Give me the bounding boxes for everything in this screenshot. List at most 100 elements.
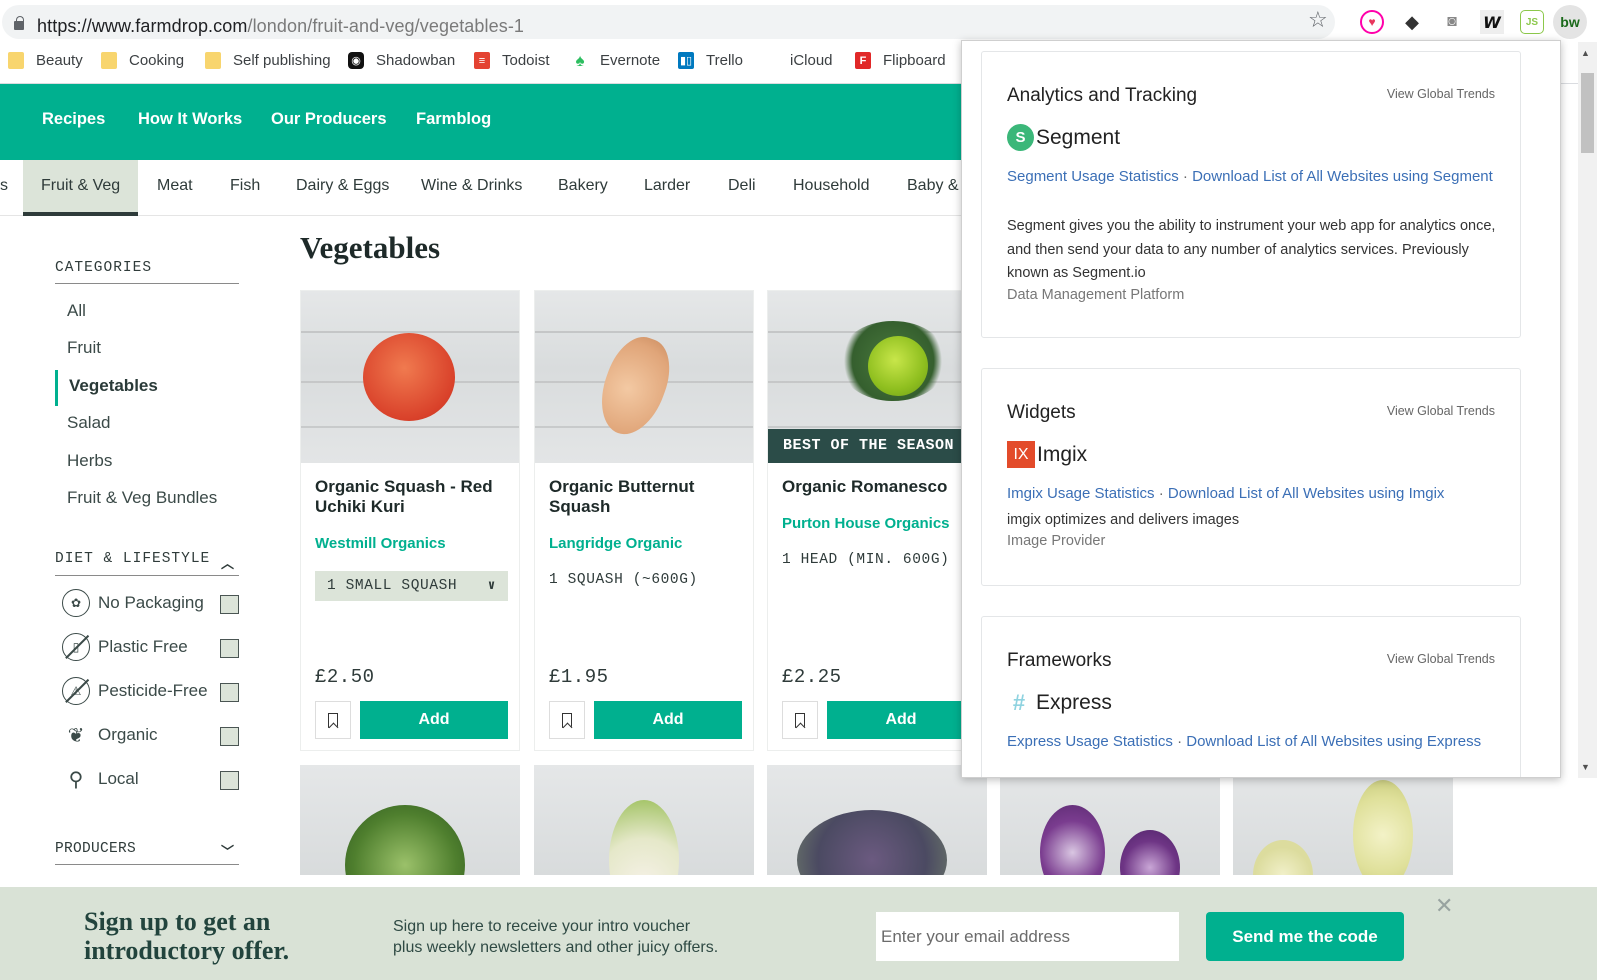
scroll-up-arrow-icon[interactable]: ▲ — [1581, 48, 1590, 58]
bookmark-evernote[interactable]: ♠ Evernote — [572, 51, 660, 70]
producer-link[interactable]: Langridge Organic — [549, 535, 682, 552]
checkbox-pesticide-free[interactable] — [220, 683, 239, 702]
w-icon[interactable]: W — [1480, 10, 1504, 34]
filter-local[interactable]: ⚲ Local — [62, 764, 139, 794]
checkbox-local[interactable] — [220, 771, 239, 790]
product-name[interactable]: Organic Squash - Red Uchiki Kuri — [315, 477, 510, 517]
nav-farmblog[interactable]: Farmblog — [416, 110, 491, 129]
tab-bakery[interactable]: Bakery — [558, 160, 608, 216]
usage-statistics-link[interactable]: Imgix Usage Statistics — [1007, 485, 1155, 502]
tech-links: Express Usage Statistics · Download List… — [1007, 733, 1482, 750]
bookmark-shadowban[interactable]: ◉ Shadowban — [348, 52, 455, 69]
category-bundles[interactable]: Fruit & Veg Bundles — [67, 488, 217, 508]
category-salad[interactable]: Salad — [67, 413, 110, 433]
checkbox-plastic-free[interactable] — [220, 639, 239, 658]
nodejs-icon[interactable]: JS — [1520, 10, 1544, 34]
builtwith-icon[interactable]: bw — [1553, 5, 1587, 39]
save-bookmark-button[interactable] — [549, 701, 585, 739]
filter-plastic-free[interactable]: ▯ Plastic Free — [62, 632, 188, 662]
address-bar[interactable]: https://www.farmdrop.com/london/fruit-an… — [2, 5, 1335, 39]
usage-statistics-link[interactable]: Segment Usage Statistics — [1007, 168, 1179, 185]
save-bookmark-button[interactable] — [315, 701, 351, 739]
add-to-basket-button[interactable]: Add — [360, 701, 508, 739]
diet-heading[interactable]: DIET & LIFESTYLE — [55, 551, 210, 567]
checkbox-no-packaging[interactable] — [220, 595, 239, 614]
nav-our-producers[interactable]: Our Producers — [271, 110, 387, 129]
product-card: BEST OF THE SEASON Organic Romanesco Pur… — [767, 290, 987, 751]
view-global-trends-link[interactable]: View Global Trends — [1387, 87, 1495, 101]
scrollbar-thumb[interactable] — [1581, 73, 1594, 153]
product-name[interactable]: Organic Romanesco — [782, 477, 977, 497]
plastic-free-icon: ▯ — [62, 633, 90, 661]
product-image[interactable] — [1000, 765, 1220, 875]
tab-wine-drinks[interactable]: Wine & Drinks — [421, 160, 522, 216]
product-image[interactable] — [1233, 765, 1453, 875]
category-all[interactable]: All — [67, 301, 86, 321]
category-nav: s Fruit & Veg Meat Fish Dairy & Eggs Win… — [0, 160, 980, 216]
nav-recipes[interactable]: Recipes — [42, 110, 105, 129]
usage-statistics-link[interactable]: Express Usage Statistics — [1007, 733, 1173, 750]
download-list-link[interactable]: Download List of All Websites using Expr… — [1186, 733, 1481, 750]
eraser-icon[interactable]: ◆ — [1400, 10, 1424, 34]
product-price: £2.25 — [782, 666, 842, 688]
category-vegetables[interactable]: Vegetables — [69, 376, 158, 396]
product-image[interactable] — [535, 291, 753, 463]
tab-dairy-eggs[interactable]: Dairy & Eggs — [296, 160, 389, 216]
product-image[interactable]: BEST OF THE SEASON — [768, 291, 986, 463]
product-image[interactable] — [301, 291, 519, 463]
tab-meat[interactable]: Meat — [157, 160, 193, 216]
bookmark-icloud[interactable]: iCloud — [762, 52, 833, 69]
add-to-basket-button[interactable]: Add — [594, 701, 742, 739]
bookmark-flipboard[interactable]: F Flipboard — [855, 52, 946, 69]
view-global-trends-link[interactable]: View Global Trends — [1387, 652, 1495, 666]
filter-organic[interactable]: ❦ Organic — [62, 720, 158, 750]
producer-link[interactable]: Purton House Organics — [782, 515, 950, 532]
tab-fish[interactable]: Fish — [230, 160, 260, 216]
camera-icon[interactable]: ◙ — [1440, 10, 1464, 34]
tab-larder[interactable]: Larder — [644, 160, 690, 216]
add-to-basket-button[interactable]: Add — [827, 701, 975, 739]
tab-baby[interactable]: Baby & — [907, 160, 959, 216]
bookmark-cooking[interactable]: Cooking — [101, 52, 184, 69]
checkbox-organic[interactable] — [220, 727, 239, 746]
url-text[interactable]: https://www.farmdrop.com/london/fruit-an… — [37, 16, 524, 37]
product-card: Organic Butternut Squash Langridge Organ… — [534, 290, 754, 751]
bookmark-star-icon[interactable]: ☆ — [1308, 7, 1328, 33]
producers-heading[interactable]: PRODUCERS — [55, 841, 136, 857]
filter-pesticide-free[interactable]: ⚠ Pesticide-Free — [62, 676, 208, 706]
product-image[interactable] — [534, 765, 754, 875]
product-image[interactable] — [300, 765, 520, 875]
tab-household[interactable]: Household — [793, 160, 870, 216]
bookmark-beauty[interactable]: Beauty — [8, 52, 83, 69]
tech-category[interactable]: Data Management Platform — [1007, 287, 1184, 303]
download-list-link[interactable]: Download List of All Websites using Segm… — [1192, 168, 1493, 185]
save-bookmark-button[interactable] — [782, 701, 818, 739]
tab-partial[interactable]: s — [0, 160, 8, 216]
bookmark-trello[interactable]: ▮▯ Trello — [678, 52, 743, 69]
category-herbs[interactable]: Herbs — [67, 451, 112, 471]
bookmark-todoist[interactable]: ≡ Todoist — [474, 52, 550, 69]
view-global-trends-link[interactable]: View Global Trends — [1387, 404, 1495, 418]
send-code-button[interactable]: Send me the code — [1206, 912, 1404, 961]
product-image[interactable] — [767, 765, 987, 875]
download-list-link[interactable]: Download List of All Websites using Imgi… — [1168, 485, 1445, 502]
chevron-up-icon[interactable]: ︿ — [221, 553, 234, 572]
email-input[interactable] — [876, 912, 1179, 961]
heart-icon[interactable]: ♥ — [1360, 10, 1384, 34]
variant-select[interactable]: 1 SMALL SQUASH ∨ — [315, 571, 508, 601]
producer-link[interactable]: Westmill Organics — [315, 535, 446, 552]
close-icon[interactable]: ✕ — [1435, 893, 1453, 919]
tech-name[interactable]: IX Imgix — [1007, 441, 1087, 468]
tech-name[interactable]: S Segment — [1007, 124, 1120, 151]
tech-category[interactable]: Image Provider — [1007, 533, 1105, 549]
filter-no-packaging[interactable]: ✿ No Packaging — [62, 588, 204, 618]
tab-deli[interactable]: Deli — [728, 160, 756, 216]
scroll-down-arrow-icon[interactable]: ▼ — [1581, 762, 1590, 772]
bookmark-self-publishing[interactable]: Self publishing — [205, 52, 331, 69]
product-name[interactable]: Organic Butternut Squash — [549, 477, 744, 517]
tab-fruit-veg[interactable]: Fruit & Veg — [23, 160, 139, 216]
chevron-down-icon[interactable]: ﹀ — [221, 841, 234, 860]
category-fruit[interactable]: Fruit — [67, 338, 101, 358]
tech-name[interactable]: # Express — [1007, 689, 1112, 716]
nav-how-it-works[interactable]: How It Works — [138, 110, 242, 129]
